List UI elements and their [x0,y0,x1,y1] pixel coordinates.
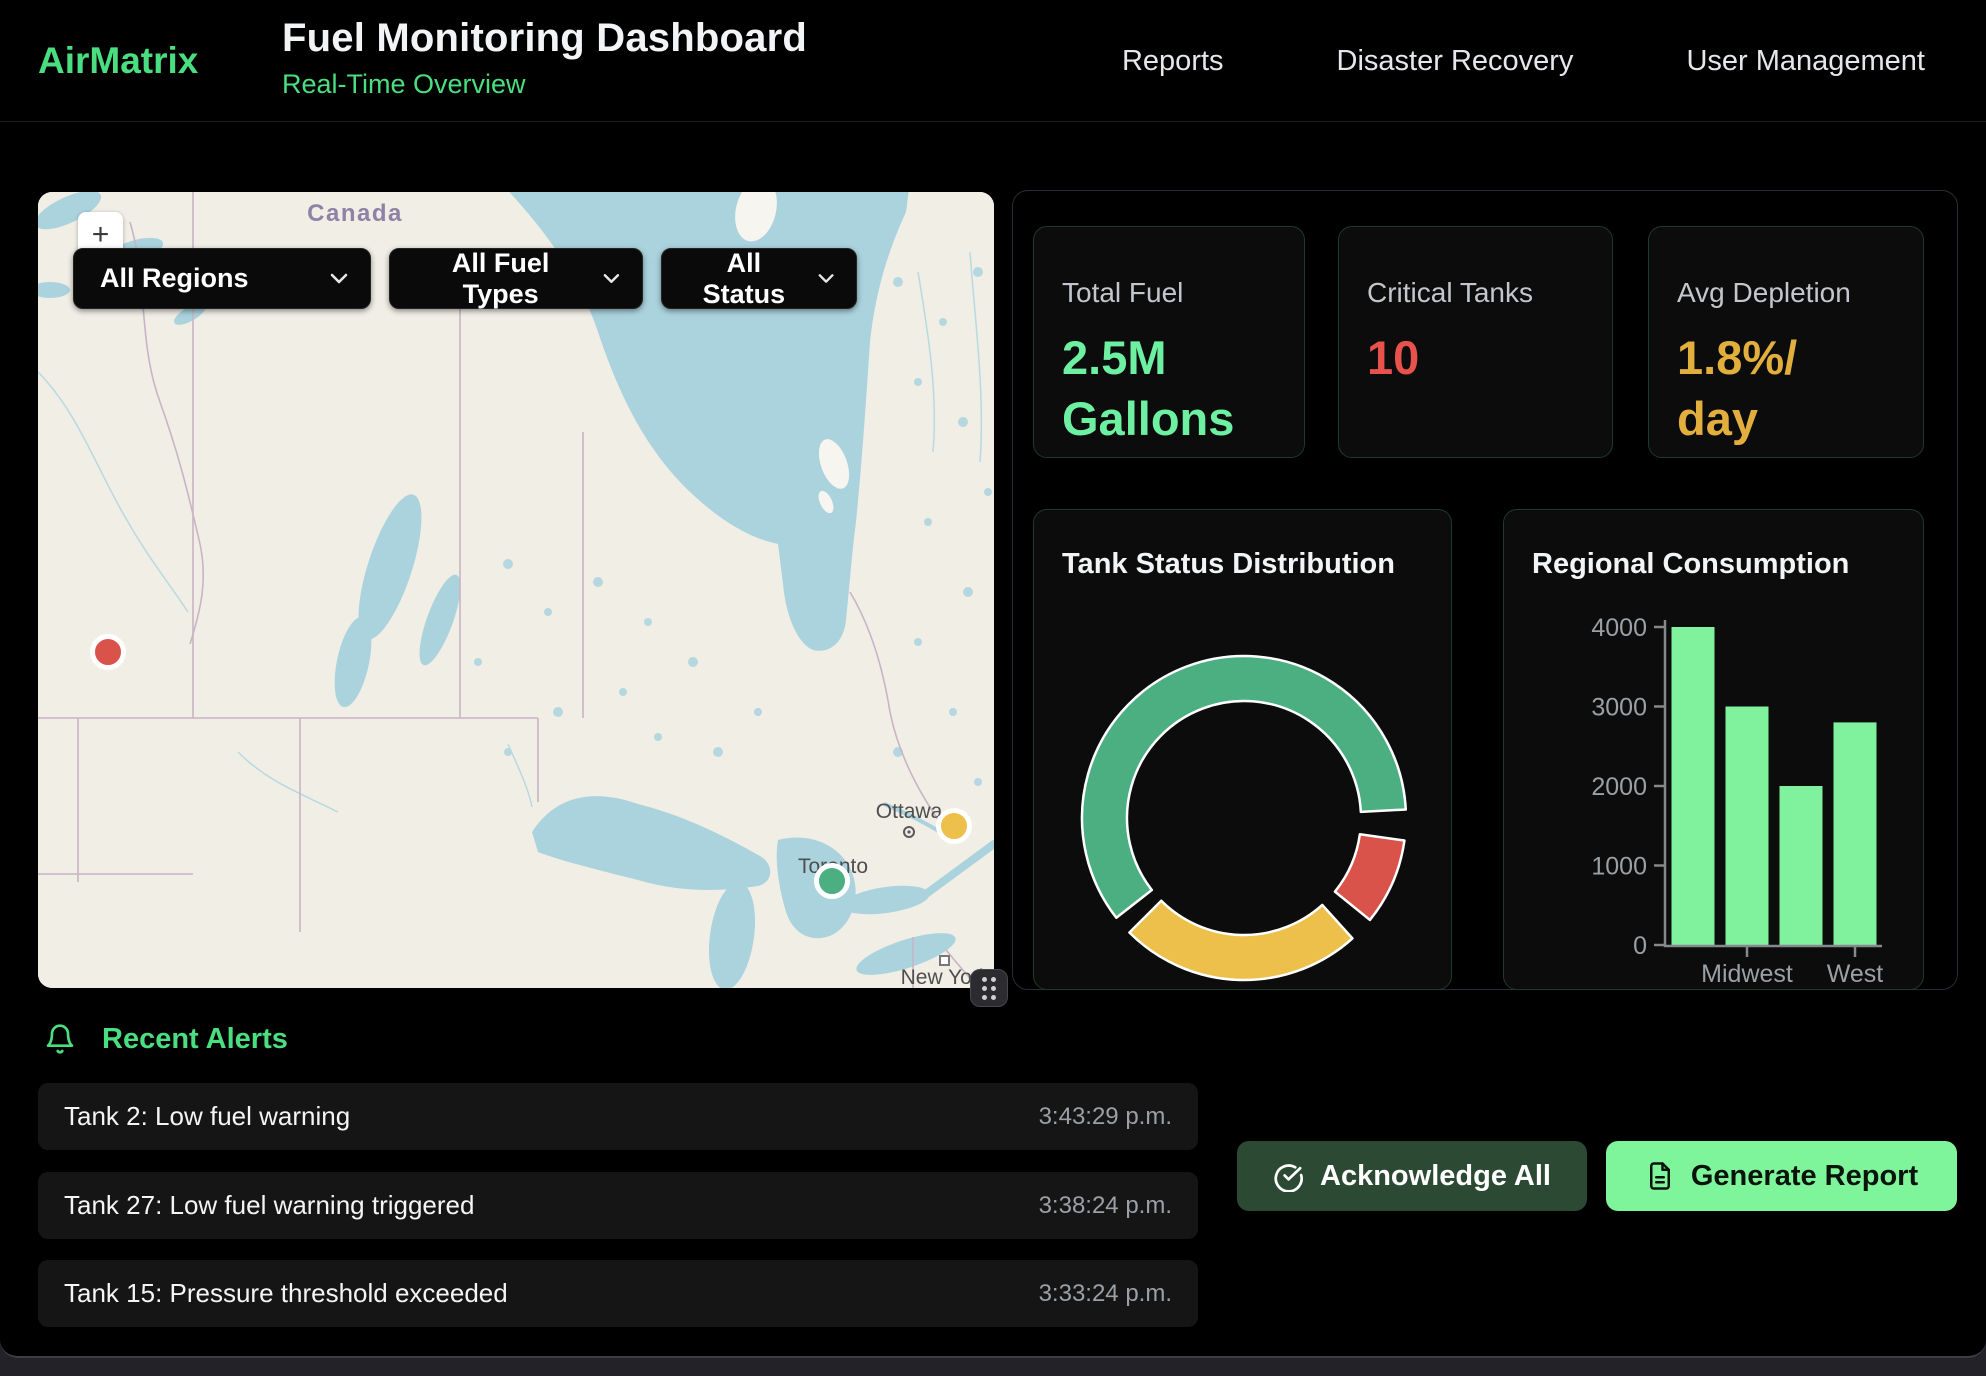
svg-text:Ottawa: Ottawa [876,800,943,823]
regional-consumption-bar-chart: 0 1000 2000 3000 4000 Midwest West [1504,510,1925,991]
svg-text:West: West [1827,960,1884,988]
chevron-down-icon [330,273,348,284]
svg-text:Midwest: Midwest [1701,960,1793,988]
stat-value: 10 [1367,327,1584,388]
tank-status-donut-chart [1034,510,1453,991]
svg-text:0: 0 [1633,932,1647,960]
nav-disaster-recovery[interactable]: Disaster Recovery [1337,45,1574,78]
acknowledge-all-label: Acknowledge All [1320,1160,1551,1193]
chevron-down-icon [603,273,620,284]
tank-status-card: Tank Status Distribution [1033,509,1452,990]
map-filters: All Regions All Fuel Types All Status [73,248,857,309]
document-icon [1645,1161,1675,1191]
app-header: AirMatrix Fuel Monitoring Dashboard Real… [0,0,1986,122]
status-filter-value: All Status [688,248,800,310]
alert-text: Tank 2: Low fuel warning [64,1101,350,1132]
svg-text:1000: 1000 [1591,853,1647,881]
nav-user-management[interactable]: User Management [1686,45,1925,78]
app-logo[interactable]: AirMatrix [38,0,198,122]
map-canvas: CanadaOttawaTorontoNew York [38,192,994,988]
generate-report-label: Generate Report [1691,1160,1918,1193]
region-filter-dropdown[interactable]: All Regions [73,248,371,309]
stats-panel: Total Fuel 2.5M Gallons Critical Tanks 1… [1012,190,1958,990]
check-circle-icon [1273,1161,1304,1192]
dashboard-page: AirMatrix Fuel Monitoring Dashboard Real… [0,0,1986,1358]
alert-time: 3:38:24 p.m. [1039,1192,1172,1220]
page-subtitle: Real-Time Overview [282,69,807,100]
app-container: AirMatrix Fuel Monitoring Dashboard Real… [0,0,1986,1358]
region-filter-value: All Regions [100,263,249,294]
stat-label: Critical Tanks [1367,277,1584,309]
title-block: Fuel Monitoring Dashboard Real-Time Over… [282,16,807,100]
main-nav: Reports Disaster Recovery User Managemen… [1122,0,1925,122]
tank-marker-critical[interactable] [93,637,124,668]
alert-text: Tank 27: Low fuel warning triggered [64,1190,474,1221]
fuel-type-filter-value: All Fuel Types [416,248,585,310]
map-resize-handle[interactable] [970,969,1008,1007]
stat-label: Total Fuel [1062,277,1276,309]
tank-marker-warning[interactable] [939,811,970,842]
page-title: Fuel Monitoring Dashboard [282,16,807,61]
svg-text:Canada: Canada [307,200,403,227]
alert-time: 3:43:29 p.m. [1039,1103,1172,1131]
regional-consumption-card: Regional Consumption 01000200030004000Mi… [1503,509,1924,990]
new-york-city-dot [940,956,949,965]
svg-text:3000: 3000 [1591,694,1647,722]
acknowledge-all-button[interactable]: Acknowledge All [1237,1141,1587,1211]
stat-value: 1.8%/day [1677,327,1809,449]
stat-label: Avg Depletion [1677,277,1895,309]
stat-value: 2.5M Gallons [1062,327,1276,449]
fuel-type-filter-dropdown[interactable]: All Fuel Types [389,248,643,309]
stat-card-total-fuel: Total Fuel 2.5M Gallons [1033,226,1305,458]
map-region: CanadaOttawaTorontoNew York + − All Regi… [38,192,994,988]
alert-row[interactable]: Tank 2: Low fuel warning 3:43:29 p.m. [38,1083,1198,1150]
generate-report-button[interactable]: Generate Report [1606,1141,1957,1211]
nav-reports[interactable]: Reports [1122,45,1224,78]
alerts-header: Recent Alerts [44,1022,288,1056]
stat-card-critical-tanks: Critical Tanks 10 [1338,226,1613,458]
fuel-map[interactable]: CanadaOttawaTorontoNew York + − All Regi… [38,192,994,988]
tank-marker-normal[interactable] [817,866,848,897]
status-filter-dropdown[interactable]: All Status [661,248,857,309]
svg-text:2000: 2000 [1591,773,1647,801]
alert-text: Tank 15: Pressure threshold exceeded [64,1278,508,1309]
svg-text:4000: 4000 [1591,614,1647,642]
alert-row[interactable]: Tank 27: Low fuel warning triggered 3:38… [38,1172,1198,1239]
chevron-down-icon [818,273,834,284]
bell-icon [44,1022,76,1056]
alert-row[interactable]: Tank 15: Pressure threshold exceeded 3:3… [38,1260,1198,1327]
alert-time: 3:33:24 p.m. [1039,1280,1172,1308]
stat-card-avg-depletion: Avg Depletion 1.8%/day [1648,226,1924,458]
alerts-title: Recent Alerts [102,1023,288,1056]
